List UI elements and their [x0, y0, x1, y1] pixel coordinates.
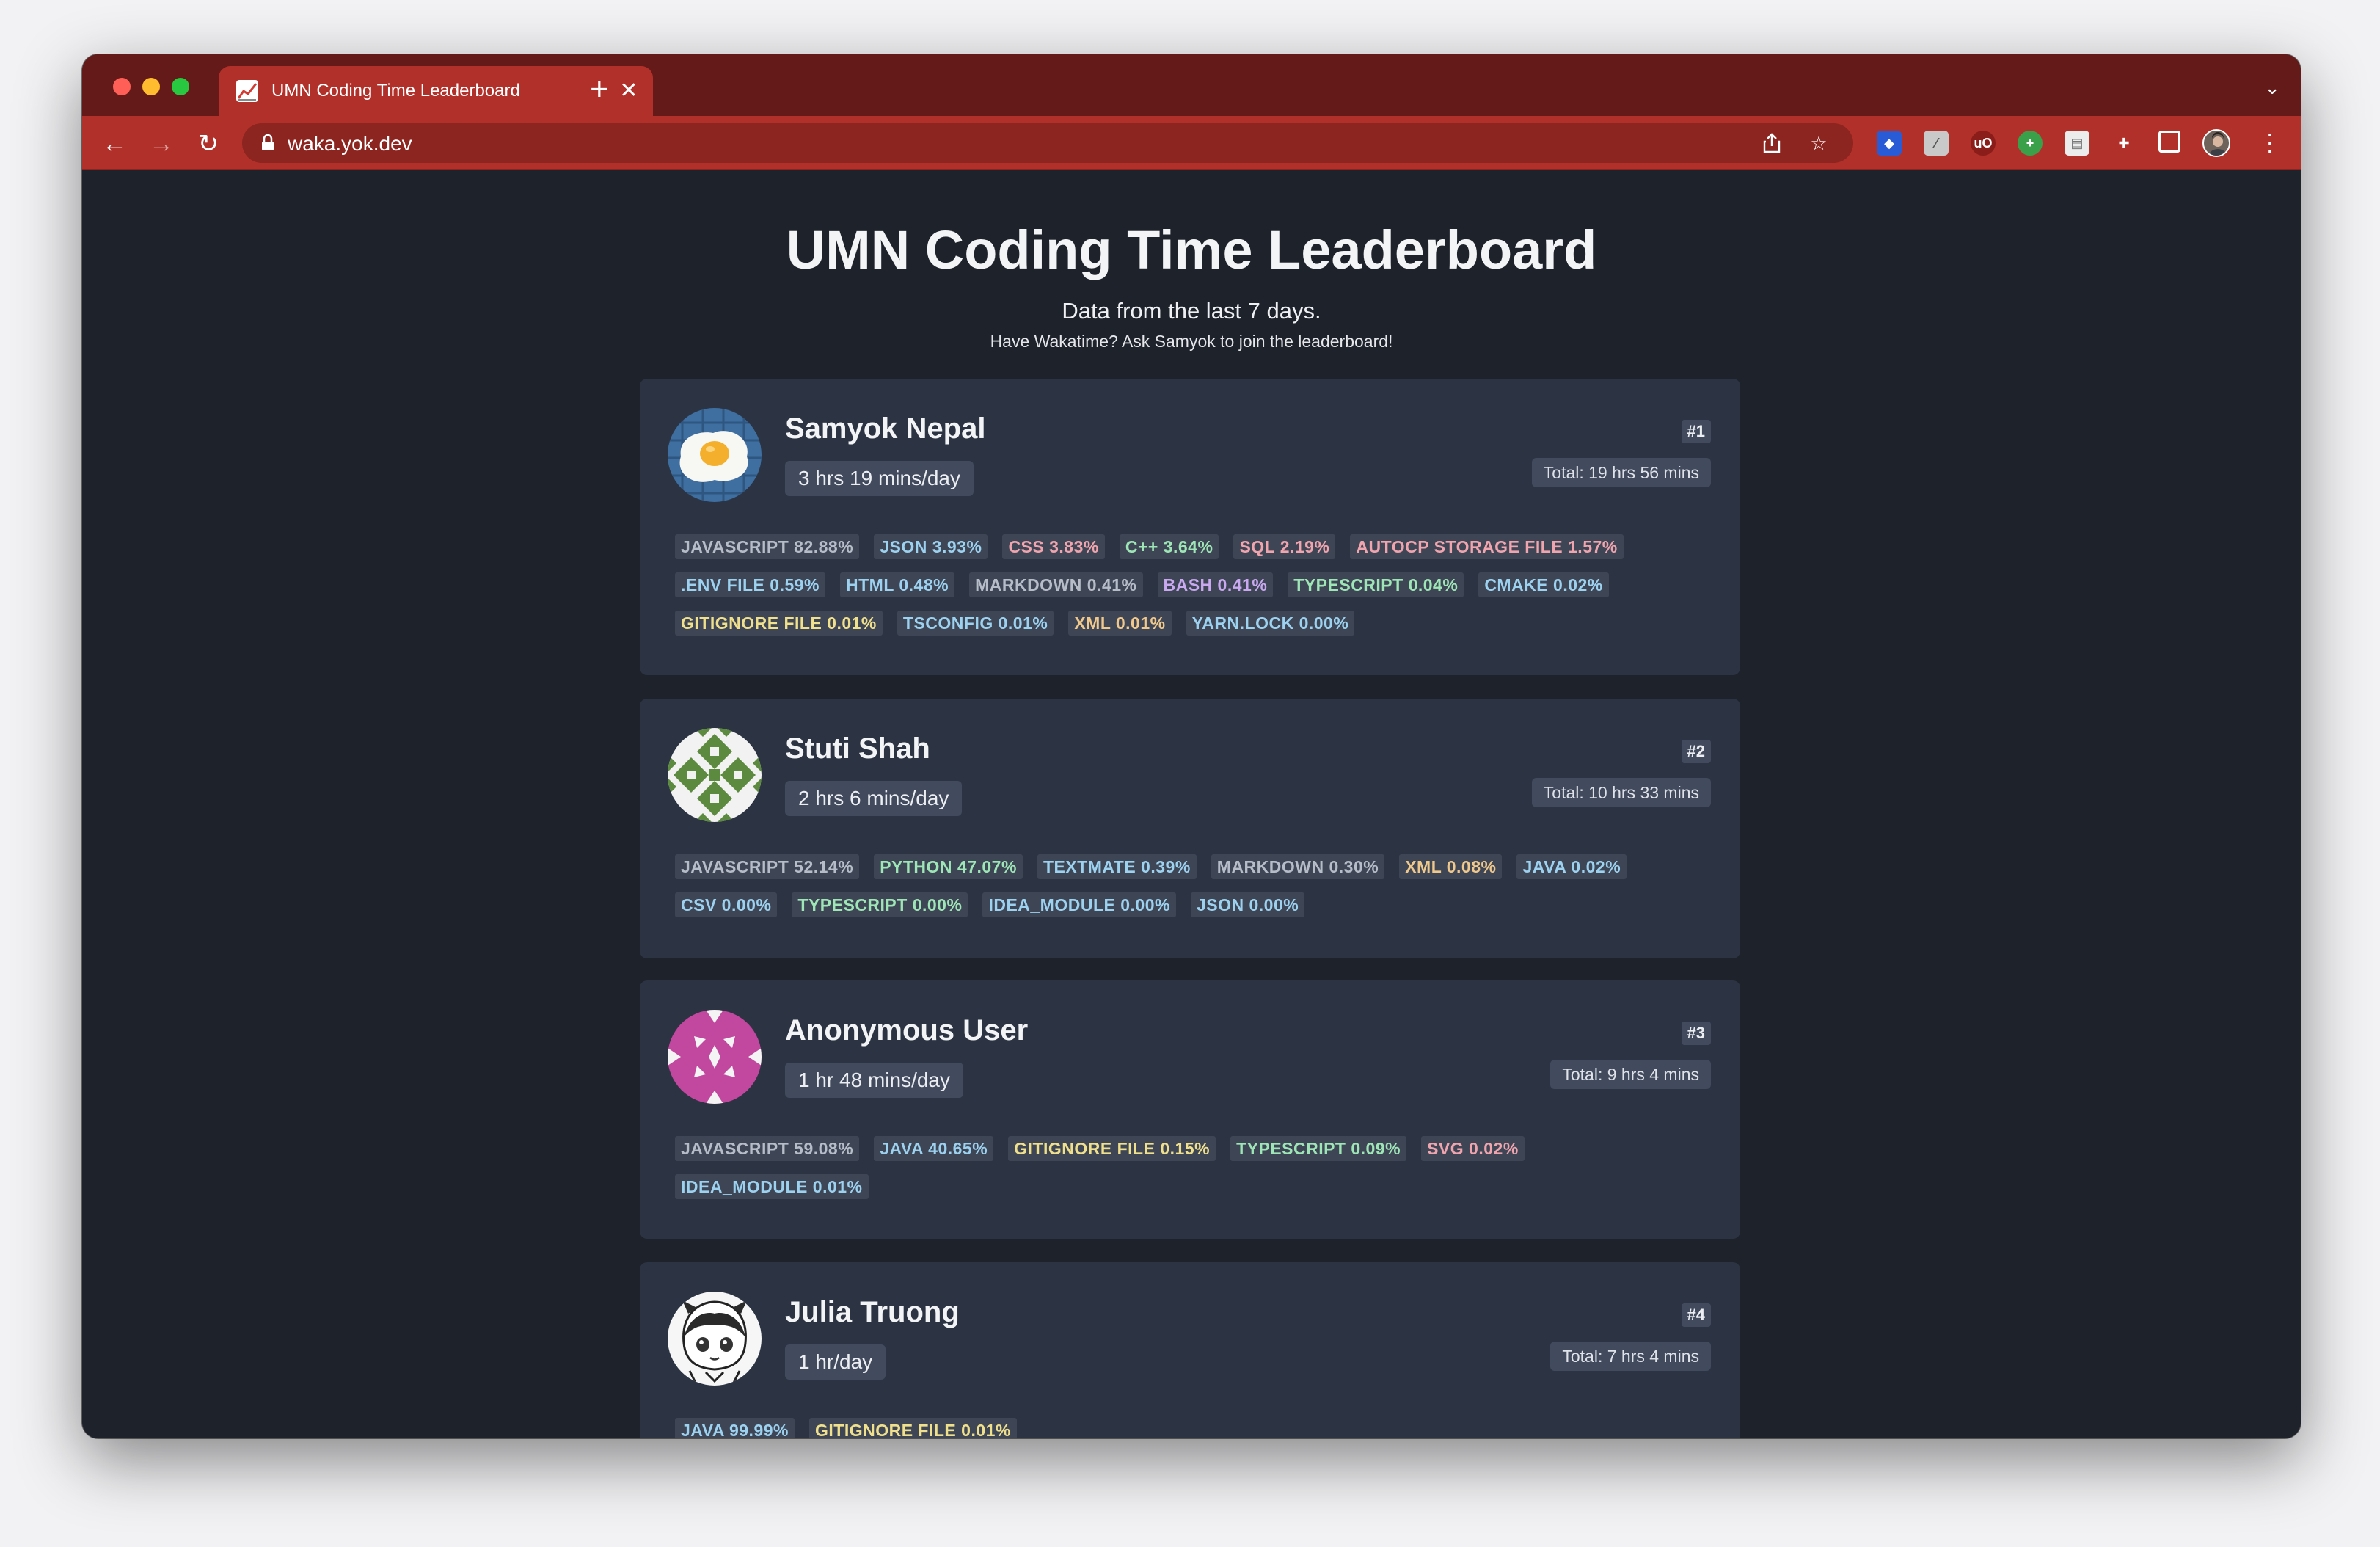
language-badge: JAVASCRIPT 52.14%	[675, 854, 860, 879]
language-list: JAVASCRIPT 82.88% JSON 3.93% CSS 3.83% C++ …	[675, 534, 1717, 636]
language-badge: JAVA 40.65%	[874, 1136, 994, 1161]
page-content: UMN Coding Time Leaderboard Data from th…	[82, 172, 2301, 1438]
total-time-badge: Total: 7 hrs 4 mins	[1550, 1342, 1711, 1371]
chevron-down-icon[interactable]: ⌄	[2264, 76, 2280, 99]
notes-extension-icon[interactable]: ⁄	[1924, 131, 1949, 156]
language-badge: GITIGNORE FILE 0.15%	[1008, 1136, 1216, 1161]
chart-icon	[236, 80, 258, 102]
browser-toolbar: ← → ↻ waka.yok.dev ☆ ◆ ⁄ uO + ▤ ✚ ⋮	[82, 116, 2301, 170]
browser-window: UMN Coding Time Leaderboard ✕ + ⌄ ← → ↻ …	[82, 54, 2301, 1438]
language-list: JAVASCRIPT 52.14% PYTHON 47.07% TEXTMATE 0…	[675, 854, 1717, 917]
language-badge: TYPESCRIPT 0.00%	[792, 892, 968, 917]
rank-badge: #1	[1681, 420, 1711, 443]
side-panel-icon[interactable]	[2158, 131, 2180, 153]
reload-icon[interactable]: ↻	[194, 129, 223, 159]
daily-average-badge: 2 hrs 6 mins/day	[785, 781, 963, 816]
close-window-button[interactable]	[113, 78, 131, 95]
total-time-badge: Total: 19 hrs 56 mins	[1531, 458, 1711, 487]
language-badge: CSS 3.83%	[1002, 534, 1105, 559]
language-badge: GITIGNORE FILE 0.01%	[675, 611, 883, 636]
daily-average-badge: 1 hr/day	[785, 1344, 886, 1380]
total-time-badge: Total: 9 hrs 4 mins	[1550, 1060, 1711, 1089]
tab-title: UMN Coding Time Leaderboard	[271, 81, 520, 101]
total-time-badge: Total: 10 hrs 33 mins	[1531, 778, 1711, 807]
user-name: Julia Truong	[785, 1296, 960, 1328]
join-hint-text: Have Wakatime? Ask Samyok to join the le…	[990, 332, 1393, 351]
maximize-window-button[interactable]	[172, 78, 189, 95]
user-name: Stuti Shah	[785, 732, 930, 765]
language-badge: CMAKE 0.02%	[1478, 572, 1609, 597]
user-name: Samyok Nepal	[785, 412, 986, 445]
language-badge: MARKDOWN 0.30%	[1211, 854, 1385, 879]
language-badge: JSON 0.00%	[1190, 892, 1305, 917]
anime-sketch-avatar	[668, 1292, 762, 1386]
url-text[interactable]: waka.yok.dev	[288, 132, 412, 156]
puzzle-extensions-icon[interactable]: ✚	[2111, 131, 2136, 156]
daily-average-badge: 1 hr 48 mins/day	[785, 1063, 963, 1098]
bookmark-star-icon[interactable]: ☆	[1808, 132, 1830, 154]
language-badge: MARKDOWN 0.41%	[969, 572, 1143, 597]
leaderboard-card: Samyok Nepal 3 hrs 19 mins/day #1 Total:…	[640, 379, 1740, 675]
plus-extension-icon[interactable]: +	[2018, 131, 2043, 156]
user-name: Anonymous User	[785, 1014, 1029, 1046]
language-badge: AUTOCP STORAGE FILE 1.57%	[1350, 534, 1624, 559]
address-bar[interactable]: waka.yok.dev ☆	[242, 123, 1853, 163]
language-badge: TSCONFIG 0.01%	[897, 611, 1054, 636]
leaderboard-card: Anonymous User 1 hr 48 mins/day #3 Total…	[640, 980, 1740, 1239]
language-list: JAVASCRIPT 59.08% JAVA 40.65% GITIGNORE FI…	[675, 1136, 1717, 1199]
leaderboard-card: Stuti Shah 2 hrs 6 mins/day #2 Total: 10…	[640, 699, 1740, 958]
tab-active[interactable]: UMN Coding Time Leaderboard ✕	[219, 66, 653, 116]
page-subtitle: Data from the last 7 days.	[1062, 298, 1321, 324]
minimize-window-button[interactable]	[142, 78, 160, 95]
rank-badge: #2	[1681, 740, 1711, 763]
language-badge: SVG 0.02%	[1421, 1136, 1525, 1161]
language-badge: YARN.LOCK 0.00%	[1186, 611, 1355, 636]
language-badge: GITIGNORE FILE 0.01%	[808, 1418, 1017, 1438]
green-pattern-avatar	[668, 728, 762, 822]
language-badge: JAVA 0.02%	[1516, 854, 1627, 879]
language-list: JAVA 99.99% GITIGNORE FILE 0.01%	[675, 1418, 1717, 1438]
language-badge: C++ 3.64%	[1119, 534, 1219, 559]
rank-badge: #4	[1681, 1303, 1711, 1327]
language-badge: TYPESCRIPT 0.09%	[1230, 1136, 1407, 1161]
magenta-pattern-avatar	[668, 1010, 762, 1104]
language-badge: IDEA_MODULE 0.01%	[675, 1174, 869, 1199]
language-badge: JAVASCRIPT 82.88%	[675, 534, 860, 559]
close-tab-icon[interactable]: ✕	[618, 80, 640, 102]
language-badge: JAVA 99.99%	[675, 1418, 795, 1438]
share-icon[interactable]	[1761, 132, 1783, 154]
language-badge: HTML 0.48%	[840, 572, 955, 597]
back-arrow-icon[interactable]: ←	[100, 129, 129, 159]
language-badge: XML 0.08%	[1399, 854, 1503, 879]
language-badge: CSV 0.00%	[675, 892, 778, 917]
rank-badge: #3	[1681, 1022, 1711, 1045]
bitwarden-shield-icon[interactable]: ◆	[1877, 131, 1902, 156]
language-badge: .ENV FILE 0.59%	[675, 572, 826, 597]
forward-arrow-icon[interactable]: →	[147, 129, 176, 159]
language-badge: IDEA_MODULE 0.00%	[982, 892, 1176, 917]
ublock-origin-icon[interactable]: uO	[1971, 131, 1996, 156]
lock-icon[interactable]	[261, 134, 274, 151]
language-badge: SQL 2.19%	[1233, 534, 1336, 559]
tab-strip: UMN Coding Time Leaderboard ✕ + ⌄	[82, 54, 2301, 116]
leaderboard-card: Julia Truong 1 hr/day #4 Total: 7 hrs 4 …	[640, 1262, 1740, 1438]
browser-menu-icon[interactable]: ⋮	[2258, 129, 2282, 156]
language-badge: BASH 0.41%	[1157, 572, 1274, 597]
fried-egg-avatar	[668, 408, 762, 502]
language-badge: JSON 3.93%	[874, 534, 988, 559]
language-badge: TEXTMATE 0.39%	[1037, 854, 1197, 879]
profile-avatar-icon[interactable]	[2202, 129, 2230, 157]
language-badge: XML 0.01%	[1068, 611, 1172, 636]
language-badge: PYTHON 47.07%	[874, 854, 1023, 879]
language-badge: TYPESCRIPT 0.04%	[1288, 572, 1464, 597]
page-title: UMN Coding Time Leaderboard	[786, 219, 1597, 280]
new-tab-button[interactable]: +	[590, 73, 609, 106]
language-badge: JAVASCRIPT 59.08%	[675, 1136, 860, 1161]
document-extension-icon[interactable]: ▤	[2065, 131, 2089, 156]
daily-average-badge: 3 hrs 19 mins/day	[785, 461, 974, 496]
